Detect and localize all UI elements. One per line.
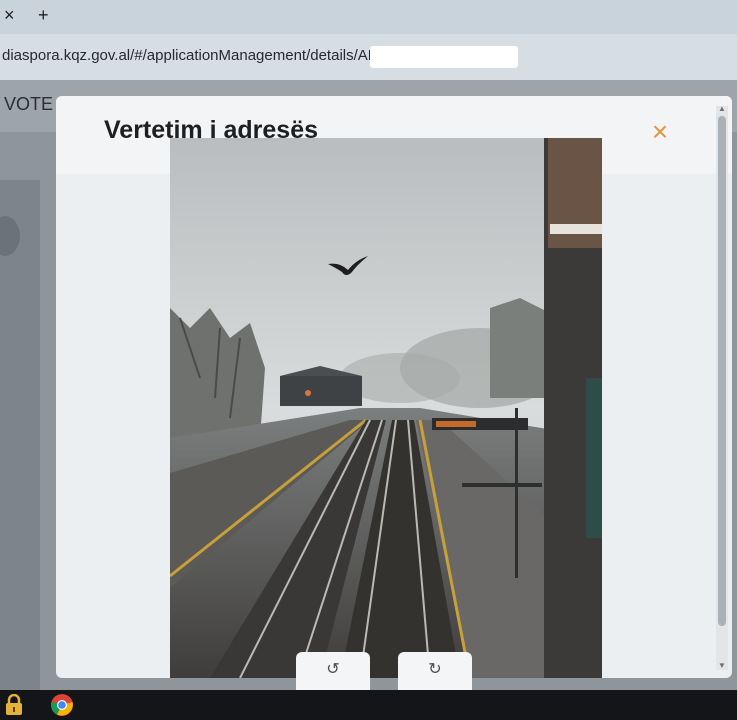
browser-tab-bar: × + [0,0,737,34]
chrome-icon[interactable] [50,693,74,717]
lock-icon[interactable] [4,694,24,716]
new-tab-button[interactable]: + [38,6,49,24]
rotate-right-button[interactable]: ↻ [398,652,472,692]
page-header-text: VOTE [4,94,54,114]
scroll-thumb[interactable] [718,116,726,626]
os-taskbar [0,690,737,720]
close-tab-button[interactable]: × [4,6,15,24]
rotate-left-icon: ↺ [326,661,340,678]
close-icon[interactable]: × [646,118,674,146]
modal-scrollbar[interactable]: ▲ ▼ [716,104,728,670]
url-text[interactable]: diaspora.kqz.gov.al/#/applicationManagem… [2,47,393,64]
page-left-strip [0,180,40,690]
scroll-down-arrow-icon[interactable]: ▼ [717,661,727,670]
scroll-up-arrow-icon[interactable]: ▲ [717,104,727,113]
rotate-right-icon: ↻ [428,661,442,678]
url-redaction [370,46,518,68]
rotate-left-button[interactable]: ↺ [296,652,370,692]
address-bar[interactable]: diaspora.kqz.gov.al/#/applicationManagem… [0,34,737,80]
document-image [170,138,602,678]
